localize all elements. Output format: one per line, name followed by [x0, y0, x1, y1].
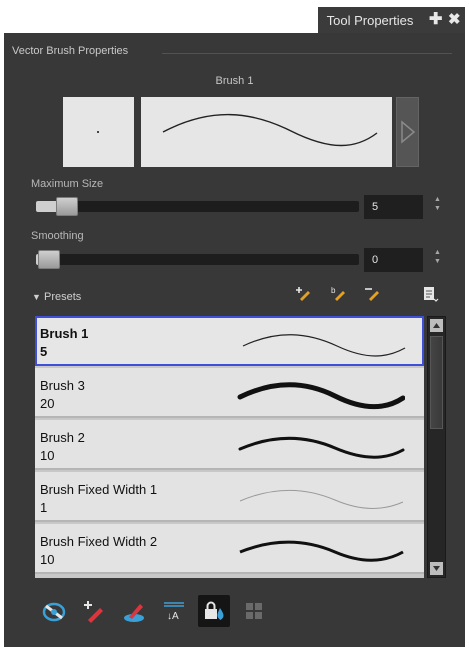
preset-size: 5: [40, 344, 48, 359]
preset-stroke-preview: [239, 540, 404, 562]
svg-text:b: b: [331, 286, 336, 295]
arrow-down-icon: [433, 566, 440, 571]
close-icon[interactable]: ✖: [448, 12, 461, 28]
maximum-size-stepper[interactable]: ▲ ▼: [434, 195, 441, 213]
lock-colour-icon: [205, 601, 224, 620]
smoothing-slider[interactable]: [36, 250, 359, 269]
stroke-text-icon: ↓A: [164, 602, 184, 622]
arrow-up-icon: [433, 323, 440, 328]
plus-icon[interactable]: ✚: [429, 12, 442, 28]
preset-name: Brush 1: [40, 326, 89, 341]
stroke-preview: [141, 97, 392, 167]
auto-flatten-button[interactable]: [38, 595, 70, 627]
preset-item-brush-1[interactable]: Brush 1 5: [35, 316, 424, 366]
slider-handle[interactable]: [38, 250, 60, 269]
presets-label: Presets: [43, 291, 82, 303]
presets-list: Brush 1 5 Brush 3 20 Brush 2 10 Brush Fi…: [35, 316, 424, 578]
lock-colour-button[interactable]: [198, 595, 230, 627]
scroll-down-button[interactable]: [430, 562, 443, 575]
slider-fill: [36, 201, 58, 212]
auto-flatten-icon: [42, 602, 66, 622]
maximum-size-slider[interactable]: [36, 197, 359, 216]
stroke-text-button[interactable]: ↓A: [158, 595, 190, 627]
draw-behind-icon: [124, 604, 144, 622]
section-title: Vector Brush Properties: [12, 45, 129, 57]
scroll-up-button[interactable]: [430, 319, 443, 332]
preset-stroke-preview: [239, 489, 404, 509]
delete-brush-preset-icon[interactable]: [364, 285, 382, 303]
smoothing-stepper[interactable]: ▲ ▼: [434, 248, 441, 266]
expand-brush-properties-button[interactable]: [396, 97, 419, 167]
preset-name: Brush 3: [40, 378, 85, 393]
tip-dot: [97, 131, 99, 133]
rename-brush-preset-icon[interactable]: b: [330, 285, 348, 303]
presets-scrollbar[interactable]: [427, 316, 446, 578]
preset-menu-icon[interactable]: [422, 285, 440, 303]
scroll-thumb[interactable]: [430, 336, 443, 429]
maximum-size-label: Maximum Size: [31, 178, 104, 190]
preset-size: 20: [40, 396, 55, 411]
smoothing-label: Smoothing: [31, 230, 84, 242]
tab-tool-properties[interactable]: Tool Properties: [318, 7, 422, 34]
presets-toggle[interactable]: ▼ Presets: [32, 291, 81, 303]
new-brush-preset-icon[interactable]: [295, 285, 313, 303]
preset-item-brush-fixed-width-1[interactable]: Brush Fixed Width 1 1: [35, 472, 424, 522]
create-colour-art-icon: [84, 601, 103, 623]
auto-gap-close-button[interactable]: [238, 595, 270, 627]
tab-bar: Tool Properties ✚ ✖: [0, 0, 469, 34]
slider-handle[interactable]: [55, 197, 78, 216]
preset-size: 1: [40, 500, 48, 515]
section-divider: [162, 53, 452, 54]
stroke-preview-curve: [162, 113, 378, 147]
bottom-toolbar: ↓A: [4, 591, 465, 631]
preset-stroke-preview: [237, 382, 405, 410]
preset-size: 10: [40, 448, 55, 463]
smoothing-field[interactable]: 0: [364, 248, 423, 272]
triangle-right-icon: [401, 120, 416, 144]
preset-name: Brush 2: [40, 430, 85, 445]
auto-gap-close-icon: [246, 603, 262, 619]
tab-buttons: ✚ ✖: [422, 7, 465, 34]
preset-stroke-preview: [238, 436, 405, 459]
preset-name: Brush Fixed Width 1: [40, 482, 158, 497]
preset-size: 10: [40, 552, 55, 567]
draw-behind-button[interactable]: [118, 595, 150, 627]
preset-item-brush-2[interactable]: Brush 2 10: [35, 420, 424, 470]
preset-item-brush-fixed-width-2[interactable]: Brush Fixed Width 2 10: [35, 524, 424, 574]
brush-name: Brush 1: [215, 75, 254, 87]
properties-panel: Vector Brush Properties Brush 1 Maximum …: [4, 33, 465, 647]
chevron-down-icon: ▼: [32, 292, 41, 302]
svg-text:↓A: ↓A: [167, 611, 179, 622]
maximum-size-field[interactable]: 5: [364, 195, 423, 219]
create-colour-art-button[interactable]: [78, 595, 110, 627]
tab-title: Tool Properties: [326, 13, 414, 28]
tool-properties-window: Tool Properties ✚ ✖ Vector Brush Propert…: [0, 0, 469, 652]
preset-item-brush-3[interactable]: Brush 3 20: [35, 368, 424, 418]
preset-name: Brush Fixed Width 2: [40, 534, 158, 549]
preset-stroke-preview: [242, 334, 406, 357]
brush-tip-preview: [63, 97, 134, 167]
